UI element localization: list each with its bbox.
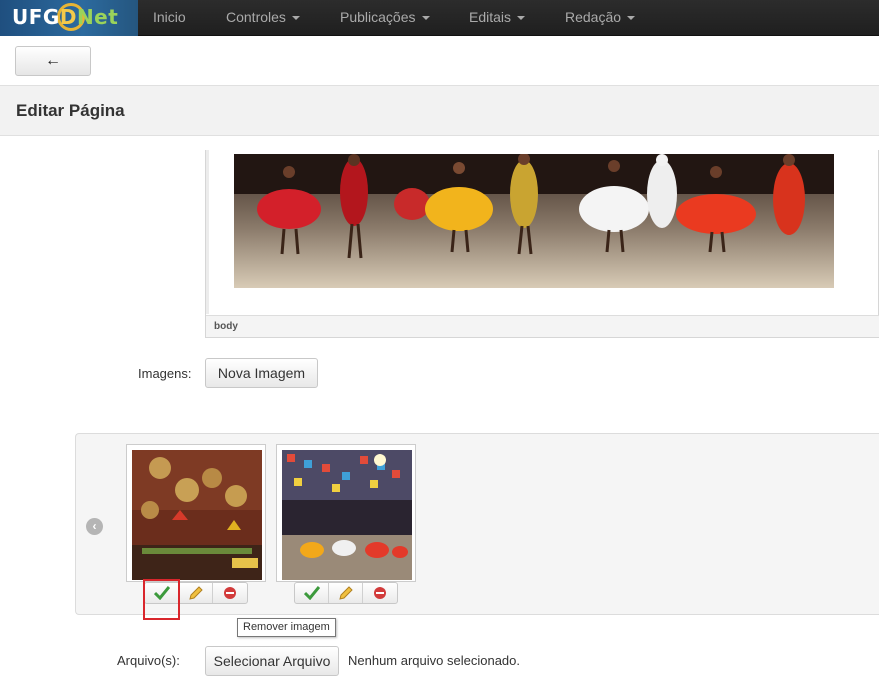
nav-item-controles[interactable]: Controles: [226, 0, 300, 36]
thumbnail-2[interactable]: [276, 444, 416, 582]
editor-content-area[interactable]: [206, 150, 879, 314]
rich-text-editor[interactable]: body: [205, 150, 879, 338]
thumbnail-2-actions: [294, 582, 398, 604]
pencil-icon[interactable]: [179, 583, 213, 603]
nav-item-inicio[interactable]: Inicio: [153, 0, 186, 36]
nav-item-publicacoes[interactable]: Publicações: [340, 0, 430, 36]
editor-inline-image[interactable]: [234, 154, 834, 288]
highlight-box: [143, 579, 180, 620]
new-image-button[interactable]: Nova Imagem: [205, 358, 318, 388]
thumbnail-image: [282, 450, 412, 580]
pencil-icon[interactable]: [329, 583, 363, 603]
page-title: Editar Página: [16, 101, 125, 120]
minus-circle-icon[interactable]: [363, 583, 397, 603]
top-navbar: UFGDNet Inicio Controles Publicações Edi…: [0, 0, 879, 36]
thumbnail-1[interactable]: [126, 444, 266, 582]
thumbnail-image: [132, 450, 262, 580]
file-label: Arquivo(s):: [117, 653, 180, 668]
select-file-button[interactable]: Selecionar Arquivo: [205, 646, 339, 676]
tooltip: Remover imagem: [237, 618, 336, 637]
images-label: Imagens:: [138, 366, 192, 381]
caret-down-icon: [291, 16, 300, 21]
caret-down-icon: [627, 16, 636, 21]
back-button[interactable]: ←: [15, 46, 91, 76]
caret-down-icon: [421, 16, 430, 21]
check-icon[interactable]: [295, 583, 329, 603]
nav-item-redacao[interactable]: Redação: [565, 0, 636, 36]
brand-logo[interactable]: UFGDNet: [0, 0, 138, 36]
minus-circle-icon[interactable]: [213, 583, 247, 603]
caret-down-icon: [517, 16, 526, 21]
brand-text: UFGDNet: [12, 5, 119, 29]
editor-statusbar: body: [206, 315, 879, 337]
element-path[interactable]: body: [214, 321, 238, 332]
nav-item-editais[interactable]: Editais: [469, 0, 526, 36]
chevron-left-icon[interactable]: ‹: [86, 518, 103, 535]
file-status: Nenhum arquivo selecionado.: [348, 653, 520, 668]
arrow-left-icon: ←: [45, 52, 61, 69]
page-header: Editar Página: [0, 85, 879, 136]
